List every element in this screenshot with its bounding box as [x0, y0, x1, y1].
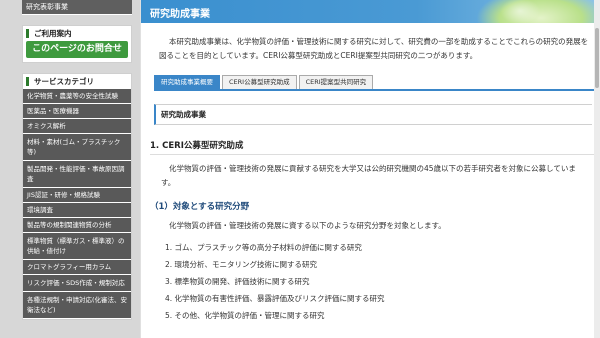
- sidebar: 研究表彰事業 ご利用案内 このページのお問合せ サービスカテゴリ 化学物質・農薬…: [22, 0, 132, 338]
- sidebar-item-regulated-substances[interactable]: 製品等の規制関連物質の分析: [23, 218, 131, 233]
- scrollbar-thumb[interactable]: [595, 28, 599, 88]
- category-heading: サービスカテゴリ: [26, 77, 131, 86]
- page: 研究表彰事業 ご利用案内 このページのお問合せ サービスカテゴリ 化学物質・農薬…: [0, 0, 600, 338]
- sidebar-item-reference-materials[interactable]: 標準物質（標準ガス・標準液）の供給・値付け: [23, 233, 131, 260]
- sidebar-item-pharma[interactable]: 医薬品・医療機器: [23, 104, 131, 119]
- heading-research-fields: （1）対象とする研究分野: [150, 202, 250, 212]
- sidebar-item-environment[interactable]: 環境調査: [23, 203, 131, 218]
- research-fields-list: 1. ゴム、プラスチック等の高分子材料の評価に関する研究 2. 環境分析、モニタ…: [165, 239, 600, 324]
- sidebar-item-chemical-safety[interactable]: 化学物質・農薬等の安全性試験: [23, 89, 131, 104]
- main-content: 研究助成事業 本研究助成事業は、化学物質の評価・管理技術に関する研究に対して、研…: [140, 0, 600, 338]
- section-heading: 研究助成事業: [154, 104, 592, 125]
- list-item: 3. 標準物質の開発、評価技術に関する研究: [165, 277, 310, 286]
- list-item: 2. 環境分析、モニタリング技術に関する研究: [165, 260, 318, 269]
- tab-joint-research[interactable]: CERI提案型共同研究: [298, 75, 374, 89]
- contact-heading: ご利用案内: [26, 29, 128, 38]
- heading-public-grant: 1. CERI公募型研究助成: [150, 139, 600, 155]
- sidebar-item-research-award[interactable]: 研究表彰事業: [22, 0, 132, 15]
- research-fields-paragraph: 化学物質の評価・管理技術の発展に資する以下のような研究分野を対象とします。: [169, 221, 446, 230]
- tab-bar: 研究助成事業概要 CERI公募型研究助成 CERI提案型共同研究: [154, 75, 594, 91]
- header-decoration-glow: [500, 0, 540, 23]
- page-title: 研究助成事業: [150, 9, 210, 20]
- list-item: 1. ゴム、プラスチック等の高分子材料の評価に関する研究: [165, 243, 362, 252]
- public-grant-description: 化学物質の評価・管理技術の発展に貢献する研究を大学又は公的研究機関の45歳以下の…: [161, 162, 590, 190]
- contact-button[interactable]: このページのお問合せ: [26, 41, 128, 58]
- category-box: サービスカテゴリ 化学物質・農薬等の安全性試験 医薬品・医療機器 オミクス解析 …: [22, 73, 132, 320]
- sidebar-item-risk-sds[interactable]: リスク評価・SDS作成・規制対応: [23, 275, 131, 292]
- list-item: 5. その他、化学物質の評価・管理に関する研究: [165, 311, 325, 320]
- list-item: 4. 化学物質の有害性評価、暴露評価及びリスク評価に関する研究: [165, 294, 385, 303]
- research-fields-description: 化学物質の評価・管理技術の発展に資する以下のような研究分野を対象とします。: [161, 219, 590, 233]
- category-list: 化学物質・農薬等の安全性試験 医薬品・医療機器 オミクス解析 材料・素材(ゴム・…: [23, 89, 131, 319]
- intro-text: 本研究助成事業は、化学物質の評価・管理技術に関する研究に対して、研究費の一部を助…: [141, 23, 600, 63]
- scrollbar[interactable]: [594, 0, 600, 338]
- intro-paragraph: 本研究助成事業は、化学物質の評価・管理技術に関する研究に対して、研究費の一部を助…: [159, 37, 589, 60]
- sidebar-item-regulation[interactable]: 各種法規制・申請対応(化審法、安衛法など): [23, 292, 131, 319]
- contact-box: ご利用案内 このページのお問合せ: [22, 25, 132, 63]
- tab-overview[interactable]: 研究助成事業概要: [154, 75, 220, 89]
- sidebar-item-jis[interactable]: JIS認証・研修・規格試験: [23, 188, 131, 203]
- sidebar-item-omics[interactable]: オミクス解析: [23, 119, 131, 134]
- sidebar-item-product-dev[interactable]: 製品開発・性能評価・事故原因調査: [23, 161, 131, 188]
- sidebar-item-materials[interactable]: 材料・素材(ゴム・プラスチック等): [23, 134, 131, 161]
- sidebar-item-columns[interactable]: クロマトグラフィー用カラム: [23, 260, 131, 275]
- public-grant-paragraph: 化学物質の評価・管理技術の発展に貢献する研究を大学又は公的研究機関の45歳以下の…: [161, 164, 576, 187]
- tab-public-grant[interactable]: CERI公募型研究助成: [222, 75, 297, 89]
- page-header: 研究助成事業: [141, 0, 600, 23]
